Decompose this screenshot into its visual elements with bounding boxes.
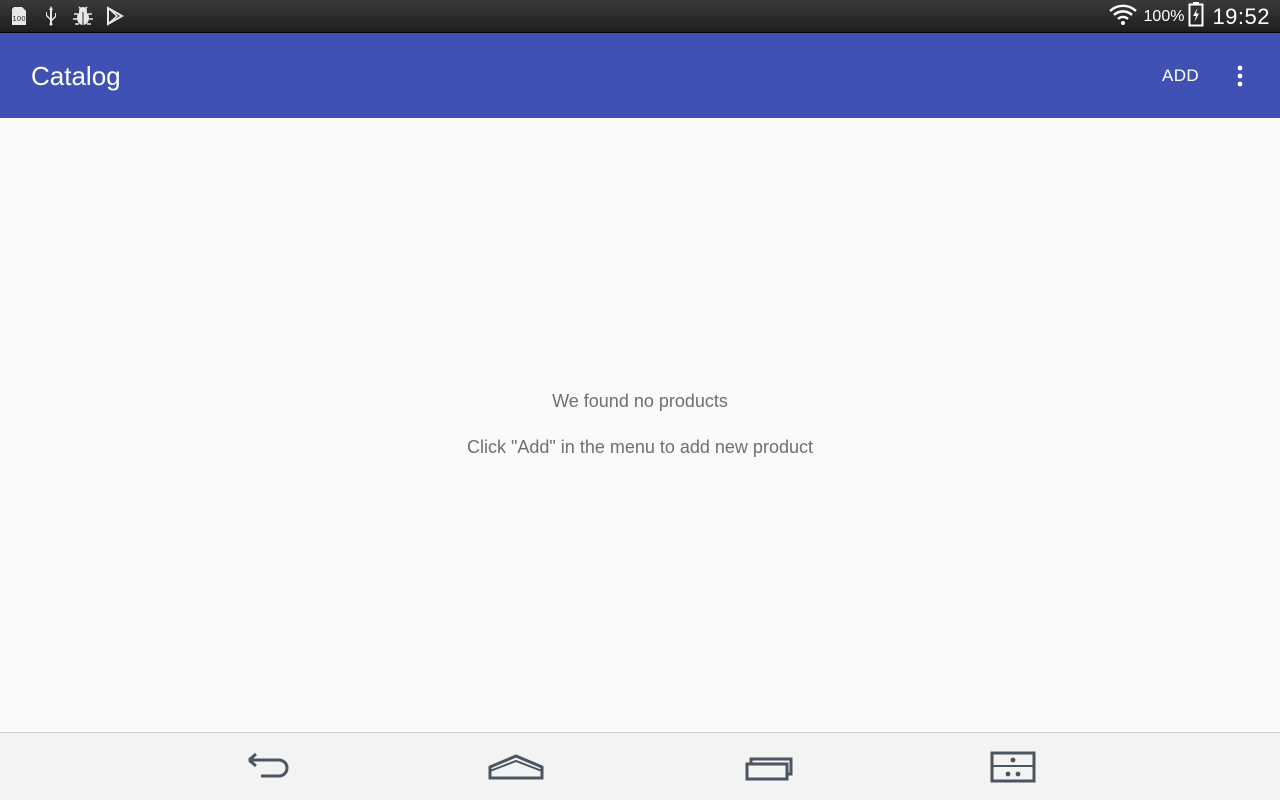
wifi-icon — [1108, 2, 1138, 31]
debug-bug-icon — [72, 5, 94, 27]
play-store-icon — [104, 5, 126, 27]
empty-state-hint: Click "Add" in the menu to add new produ… — [467, 437, 813, 457]
page-title: Catalog — [31, 61, 121, 91]
product-list-empty: We found no products Click "Add" in the … — [0, 118, 1280, 732]
home-icon[interactable] — [481, 747, 551, 787]
storage-icon: 100 — [8, 5, 30, 27]
battery-charging-icon — [1188, 1, 1204, 32]
more-vert-icon[interactable] — [1222, 55, 1258, 97]
system-status: 100% 19:52 — [1108, 0, 1270, 33]
recent-apps-icon[interactable] — [731, 747, 801, 787]
back-icon[interactable] — [232, 747, 302, 787]
empty-state-title: We found no products — [552, 391, 728, 411]
clock: 19:52 — [1212, 3, 1270, 29]
usb-icon — [40, 5, 62, 27]
navigation-bar — [0, 732, 1280, 800]
split-window-icon[interactable] — [978, 747, 1048, 787]
svg-text:100: 100 — [12, 15, 25, 23]
app-bar: Catalog ADD — [0, 33, 1280, 118]
battery-percent: 100% — [1143, 7, 1185, 25]
notification-icons: 100 — [8, 5, 126, 27]
status-bar: 100 100% 19:52 — [0, 0, 1280, 33]
add-button[interactable]: ADD — [1150, 55, 1211, 97]
